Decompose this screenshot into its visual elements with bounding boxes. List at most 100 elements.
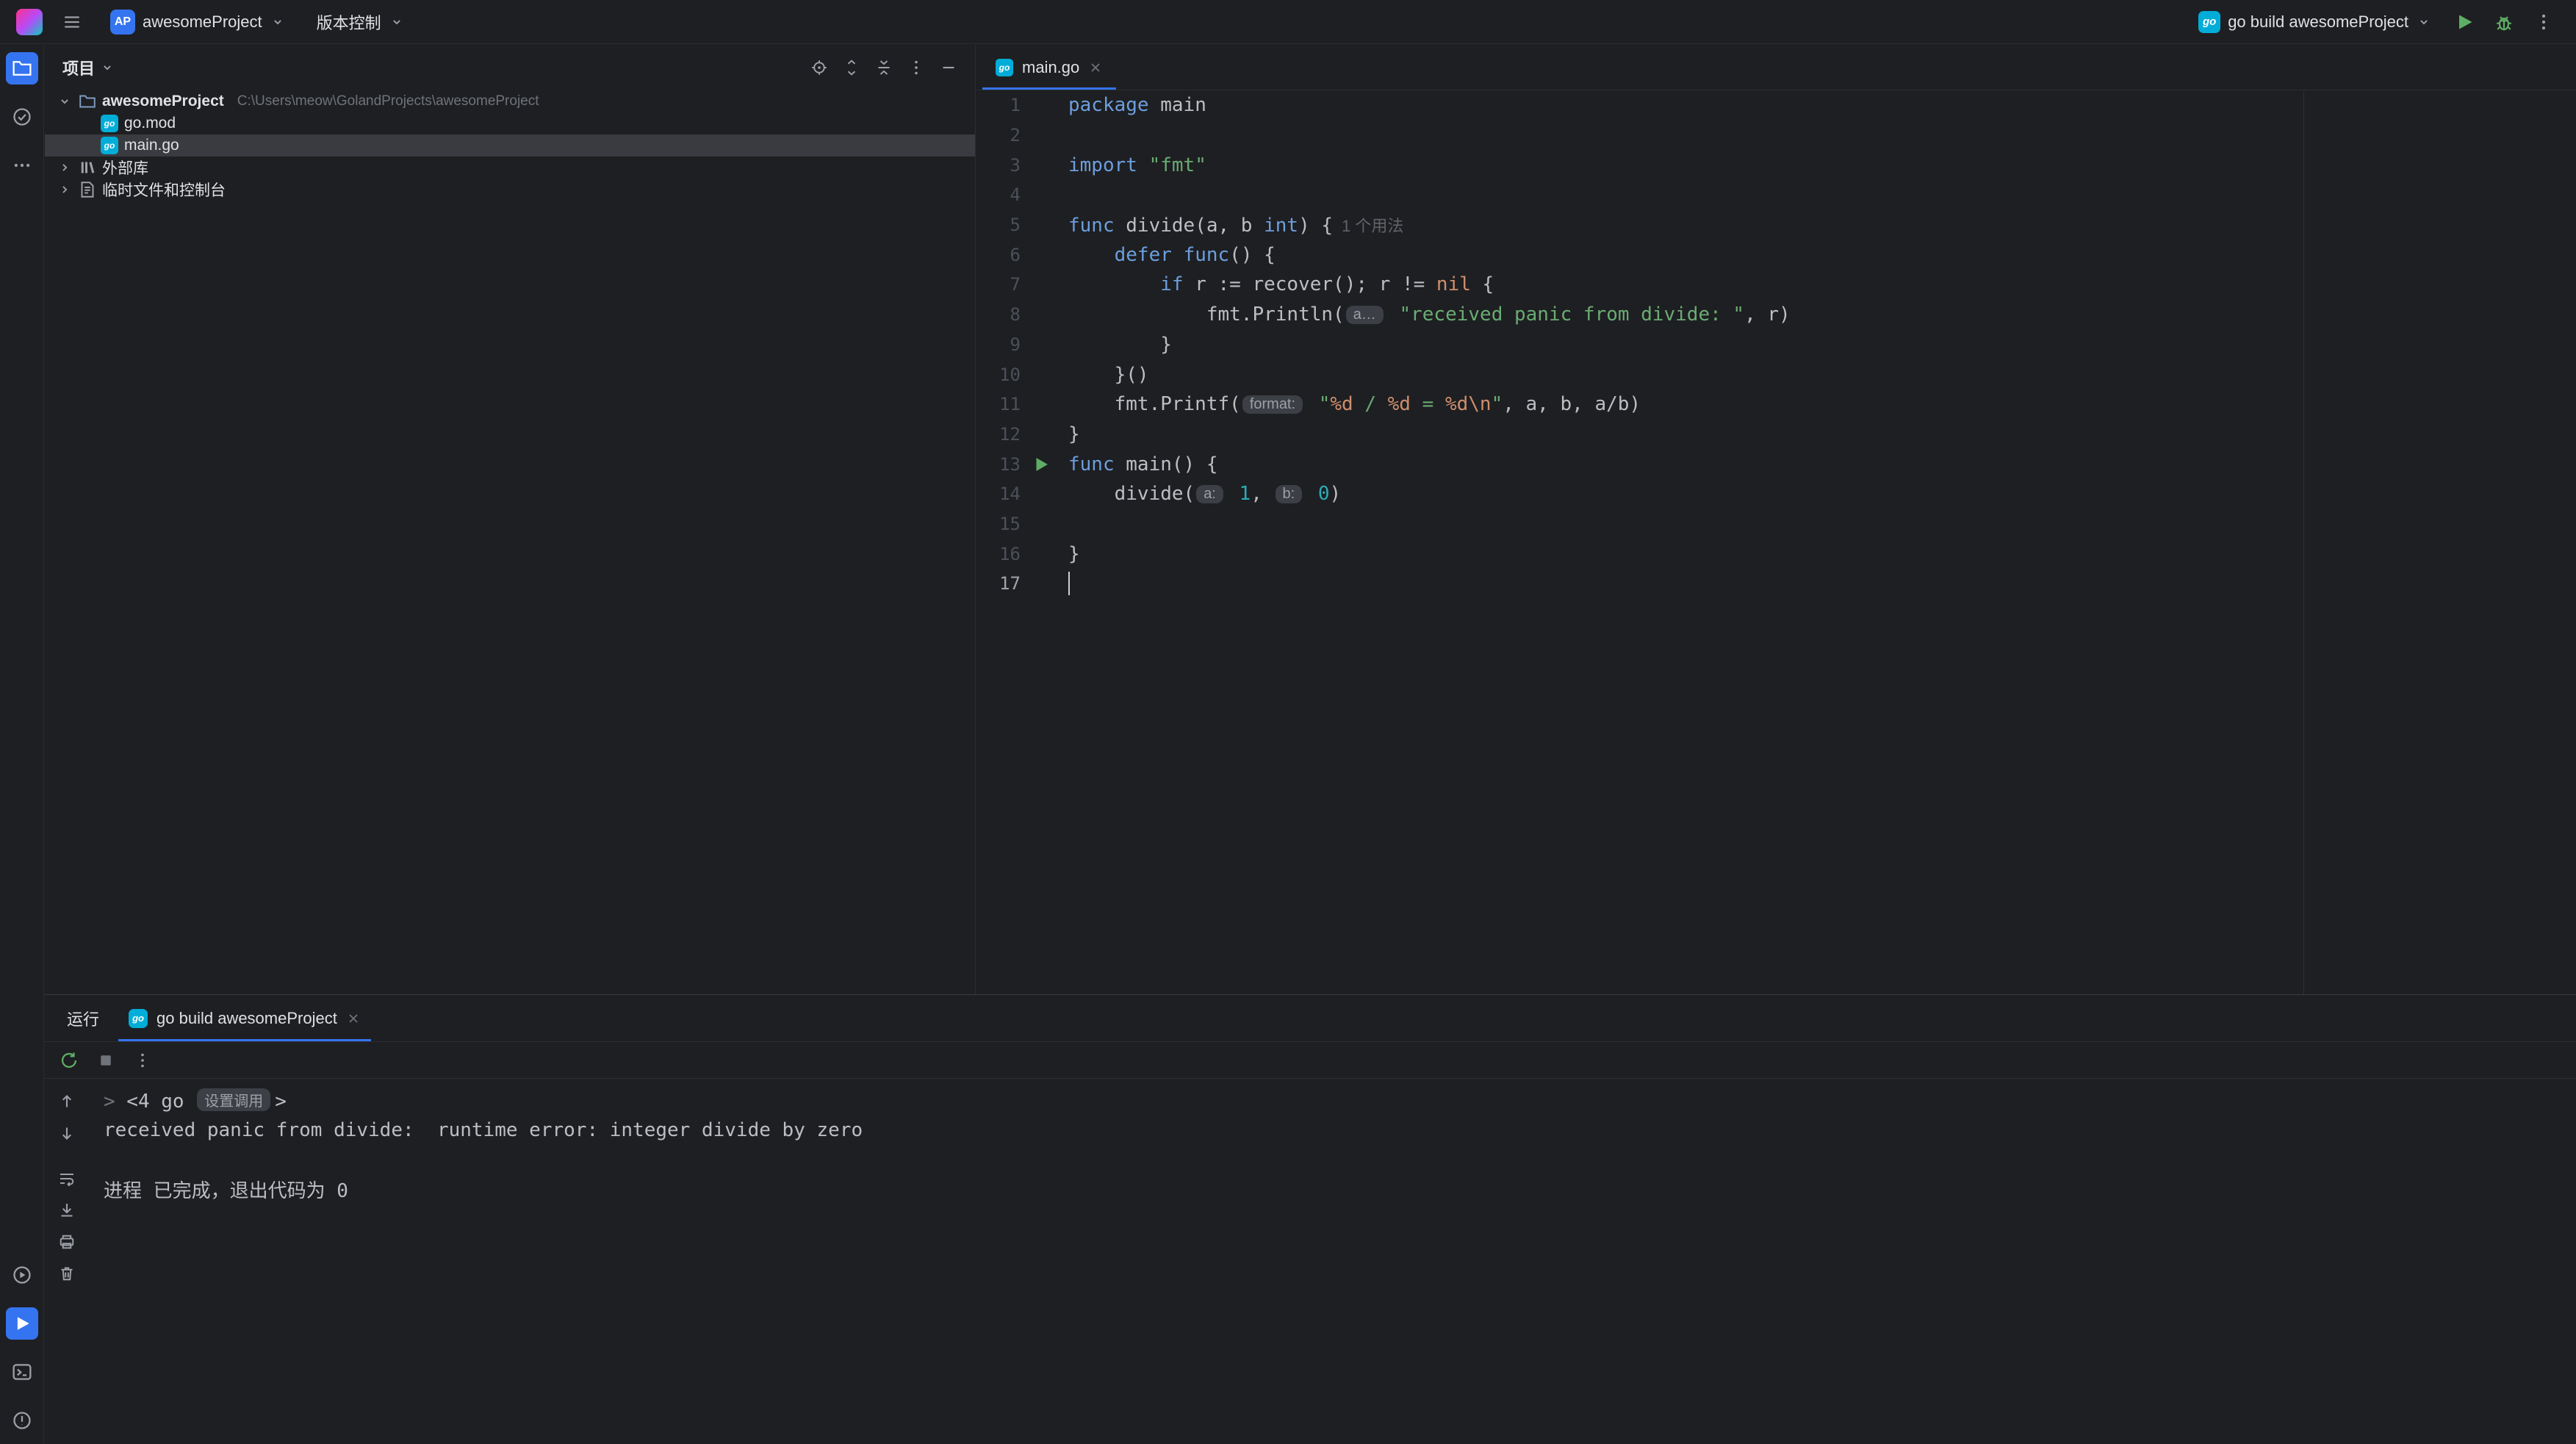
run-tab-label: go build awesomeProject xyxy=(156,1009,337,1028)
tree-item-project-root[interactable]: awesomeProject C:\Users\meow\GolandProje… xyxy=(45,90,975,112)
code-line[interactable]: 4 xyxy=(976,180,2576,210)
code-line[interactable]: 3import "fmt" xyxy=(976,150,2576,180)
tree-item-label: go.mod xyxy=(124,115,176,132)
clear-console-icon[interactable] xyxy=(54,1261,79,1286)
code-line[interactable]: 14 divide(a: 1, b: 0) xyxy=(976,479,2576,509)
chevron-down-icon xyxy=(270,14,286,30)
chevron-right-icon[interactable] xyxy=(57,159,73,176)
code-line[interactable]: 8 fmt.Println(a… "received panic from di… xyxy=(976,300,2576,330)
close-icon[interactable] xyxy=(346,1011,361,1026)
code-line[interactable]: 6 defer func() { xyxy=(976,240,2576,270)
tree-item-label: 临时文件和控制台 xyxy=(102,179,226,201)
more-options-icon[interactable] xyxy=(129,1046,156,1074)
debug-button[interactable] xyxy=(2488,6,2520,38)
project-panel-title: 项目 xyxy=(62,56,95,79)
stop-icon[interactable] xyxy=(92,1046,120,1074)
go-icon: go xyxy=(2198,11,2220,33)
code-line[interactable]: 7 if r := recover(); r != nil { xyxy=(976,270,2576,300)
tree-item-external-libraries[interactable]: 外部库 xyxy=(45,157,975,179)
run-toolwindow-icon[interactable] xyxy=(6,1307,38,1340)
go-file-icon: go xyxy=(101,137,118,154)
more-options-icon[interactable] xyxy=(903,54,929,81)
editor-tab-bar: go main.go xyxy=(976,45,2576,90)
line-number: 4 xyxy=(976,184,1061,205)
code-line[interactable]: 10 }() xyxy=(976,359,2576,389)
code-line[interactable]: 17 xyxy=(976,569,2576,599)
soft-wrap-icon[interactable] xyxy=(54,1166,79,1191)
code-line[interactable]: 16} xyxy=(976,539,2576,569)
chevron-down-icon xyxy=(389,14,405,30)
rerun-icon[interactable] xyxy=(55,1046,83,1074)
console-line[interactable]: > <4 go 设置调用> xyxy=(96,1086,2576,1116)
console-gutter-toolbar xyxy=(45,1080,89,1444)
tab-main-go[interactable]: go main.go xyxy=(982,45,1116,90)
code-line[interactable]: 5func divide(a, b int) {1 个用法 xyxy=(976,210,2576,240)
project-root-name: awesomeProject xyxy=(102,93,224,110)
chevron-down-icon[interactable] xyxy=(57,93,73,109)
run-config-selector[interactable]: go go build awesomeProject xyxy=(2190,7,2441,37)
line-number: 16 xyxy=(976,544,1061,564)
project-widget[interactable]: AP awesomeProject xyxy=(101,5,295,39)
go-icon: go xyxy=(129,1009,148,1028)
chevron-down-icon xyxy=(2416,14,2432,30)
code-line[interactable]: 9 } xyxy=(976,330,2576,360)
code-line[interactable]: 1package main xyxy=(976,90,2576,121)
run-gutter-icon[interactable] xyxy=(1032,455,1051,474)
run-console-output[interactable]: > <4 go 设置调用>received panic from divide:… xyxy=(89,1080,2576,1444)
more-actions-icon[interactable] xyxy=(2528,6,2560,38)
project-toolwindow-icon[interactable] xyxy=(6,52,38,85)
expand-all-icon[interactable] xyxy=(838,54,865,81)
code-editor[interactable]: 1package main 2 3import "fmt" 4 5func divide… xyxy=(976,90,2576,599)
locate-file-icon[interactable] xyxy=(806,54,832,81)
tool-window-stripe xyxy=(0,45,44,1444)
chevron-down-icon[interactable] xyxy=(99,60,115,76)
line-number: 7 xyxy=(976,274,1061,295)
close-icon[interactable] xyxy=(1088,60,1103,75)
editor-area: go main.go 1package main 2 3import "fmt" 4 5… xyxy=(976,45,2576,994)
code-line[interactable]: 2 xyxy=(976,121,2576,151)
run-toolbar xyxy=(45,1042,2576,1079)
vcs-widget[interactable]: 版本控制 xyxy=(308,6,414,38)
chevron-right-icon[interactable] xyxy=(57,182,73,198)
code-line[interactable]: 12} xyxy=(976,420,2576,450)
tree-item-label: main.go xyxy=(124,137,179,154)
code-line[interactable]: 15 xyxy=(976,509,2576,539)
vcs-widget-label: 版本控制 xyxy=(317,10,381,34)
code-line[interactable]: 11 fmt.Printf(format: "%d / %d = %d\n", … xyxy=(976,389,2576,420)
line-number: 3 xyxy=(976,155,1061,176)
tab-label: main.go xyxy=(1022,58,1079,77)
tree-item-go-mod[interactable]: go go.mod xyxy=(45,112,975,134)
hide-panel-icon[interactable] xyxy=(935,54,962,81)
console-line[interactable]: received panic from divide: runtime erro… xyxy=(96,1116,2576,1145)
tree-item-scratches[interactable]: 临时文件和控制台 xyxy=(45,179,975,201)
scroll-to-end-icon[interactable] xyxy=(54,1198,79,1223)
line-number: 10 xyxy=(976,364,1061,385)
run-button[interactable] xyxy=(2448,6,2480,38)
code-line[interactable]: 13func main() { xyxy=(976,449,2576,479)
run-panel-title: 运行 xyxy=(67,1007,99,1030)
line-number: 1 xyxy=(976,95,1061,115)
more-toolwindows-icon[interactable] xyxy=(6,149,38,182)
line-number: 6 xyxy=(976,245,1061,265)
prev-occurrence-icon[interactable] xyxy=(54,1089,79,1114)
next-occurrence-icon[interactable] xyxy=(54,1121,79,1146)
console-line[interactable] xyxy=(96,1145,2576,1174)
project-widget-label: awesomeProject xyxy=(143,12,262,32)
problems-toolwindow-icon[interactable] xyxy=(6,1404,38,1437)
run-tool-window: 运行 go go build awesomeProject xyxy=(45,994,2576,1444)
main-menu-icon[interactable] xyxy=(56,6,88,38)
go-file-icon: go xyxy=(101,115,118,132)
line-number: 5 xyxy=(976,215,1061,235)
print-icon[interactable] xyxy=(54,1229,79,1254)
collapse-all-icon[interactable] xyxy=(871,54,897,81)
line-number: 2 xyxy=(976,125,1061,146)
terminal-toolwindow-icon[interactable] xyxy=(6,1356,38,1388)
line-number: 17 xyxy=(976,573,1061,594)
goland-logo xyxy=(16,9,43,35)
console-line[interactable]: 进程 已完成，退出代码为 0 xyxy=(96,1174,2576,1204)
tree-item-main-go[interactable]: go main.go xyxy=(45,134,975,157)
services-toolwindow-icon[interactable] xyxy=(6,1259,38,1291)
folder-icon xyxy=(79,93,96,110)
tab-run-go-build[interactable]: go go build awesomeProject xyxy=(118,995,371,1041)
commit-toolwindow-icon[interactable] xyxy=(6,101,38,133)
